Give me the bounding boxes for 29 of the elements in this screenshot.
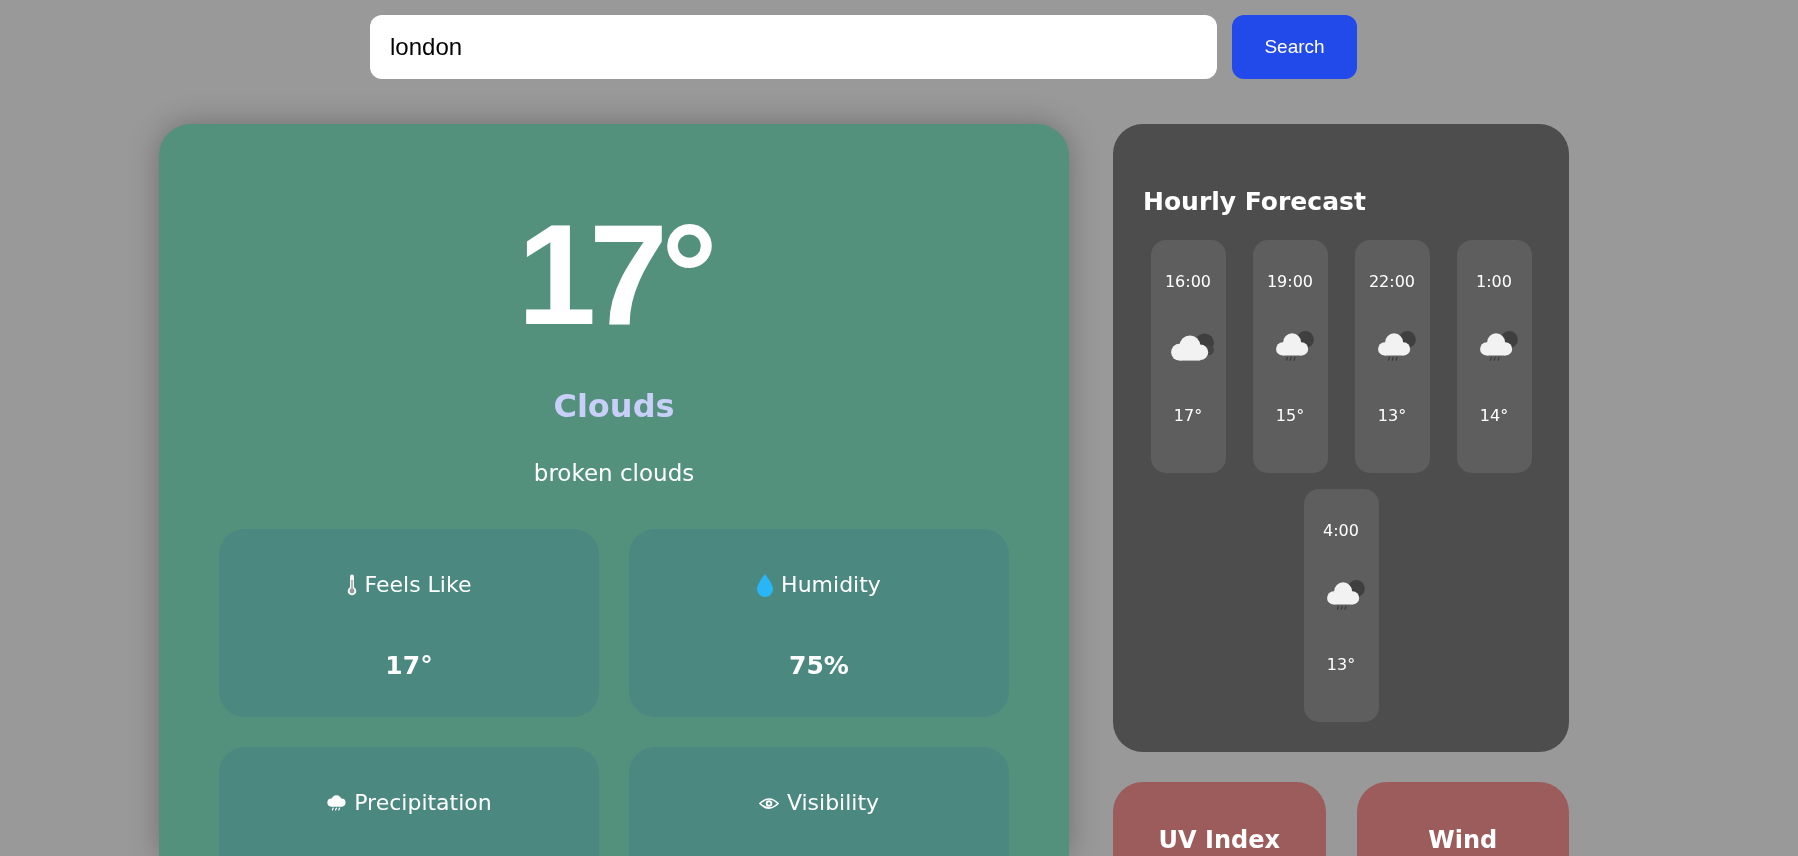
info-card-title: UV Index [1158, 826, 1280, 854]
hourly-time: 16:00 [1164, 271, 1212, 293]
cloud-moon-icon [1169, 330, 1215, 364]
hourly-temperature: 17° [1173, 405, 1203, 427]
hourly-time: 1:00 [1476, 271, 1512, 293]
temperature-reading: 17° [517, 204, 711, 346]
search-button[interactable]: Search [1232, 15, 1357, 79]
description-text: broken clouds [532, 460, 696, 486]
hourly-time: 4:00 [1323, 520, 1359, 542]
hourly-temperature: 13° [1377, 405, 1407, 427]
hourly-time: 19:00 [1266, 271, 1314, 293]
info-card-title: Wind [1428, 826, 1498, 854]
detail-value: 75% [788, 652, 850, 680]
hourly-temperature: 14° [1479, 405, 1509, 427]
hourly-temperature: 13° [1326, 654, 1356, 676]
eye-icon [758, 796, 779, 810]
hourly-temperature: 15° [1275, 405, 1305, 427]
rain-cloud-icon [326, 794, 347, 812]
thermometer-icon [346, 574, 357, 596]
hourly-title: Hourly Forecast [1143, 186, 1367, 218]
detail-label: Feels Like [364, 571, 472, 599]
detail-label: Precipitation [354, 789, 492, 817]
condition-label: Clouds [552, 386, 676, 426]
water-drop-icon [757, 573, 774, 597]
detail-value: 17° [384, 652, 434, 680]
detail-label: Visibility [786, 789, 880, 817]
search-field[interactable]: london [370, 15, 1217, 79]
detail-label: Humidity [781, 571, 881, 599]
hourly-time: 22:00 [1368, 271, 1416, 293]
